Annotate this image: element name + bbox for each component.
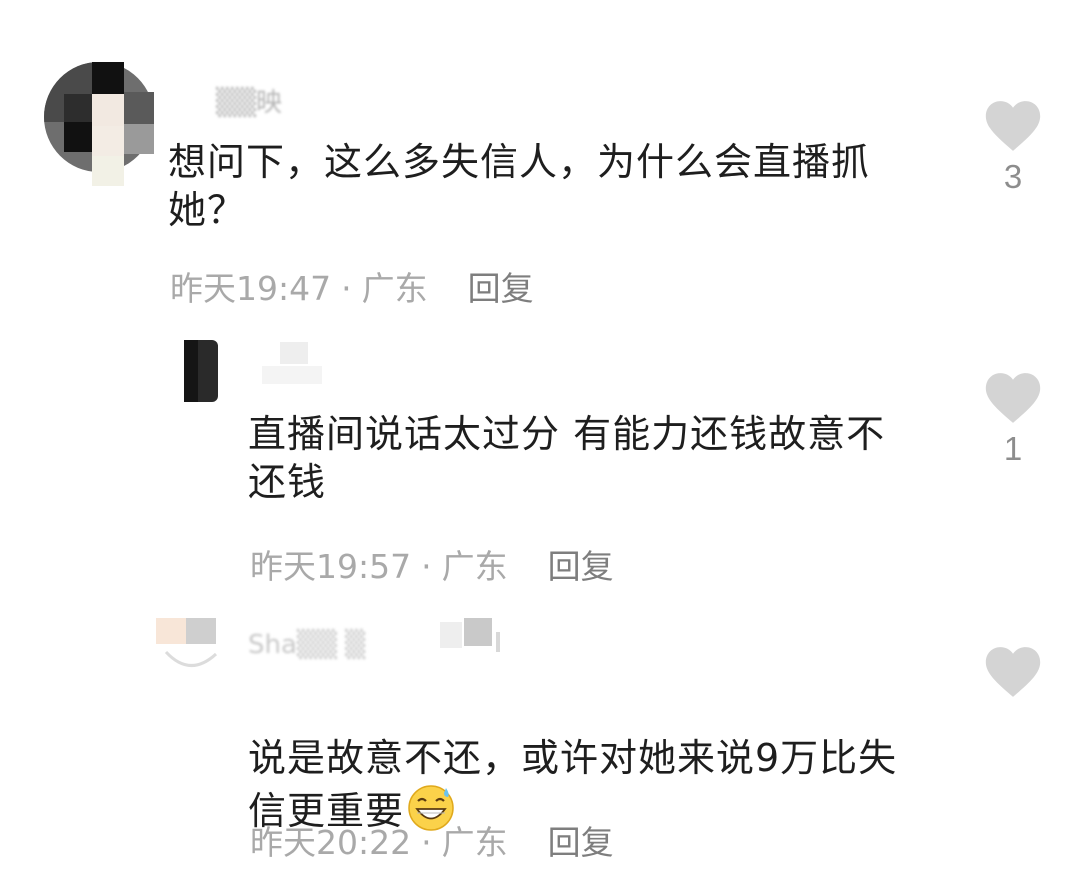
username[interactable]: ▒▒映 <box>216 82 282 119</box>
heart-icon <box>985 373 1041 423</box>
separator: · <box>421 547 432 586</box>
separator: · <box>421 823 432 862</box>
location: 广东 <box>361 269 428 308</box>
pixelated-avatar-image <box>44 62 156 186</box>
comment-2: ▒▒ 直播间说话太过分 有能力还钱故意不 还钱 昨天19:57·广东 回复 1 <box>0 320 1080 600</box>
comment-text: 说是故意不还，或许对她来说9万比失 信更重要 <box>248 686 968 835</box>
comment-text: 直播间说话太过分 有能力还钱故意不 还钱 <box>248 412 886 504</box>
timestamp: 昨天20:22 <box>250 823 412 862</box>
avatar[interactable] <box>44 62 156 186</box>
separator: · <box>341 269 352 308</box>
username[interactable]: ▒▒ <box>262 356 302 386</box>
comment-1: ▒▒映 想问下，这么多失信人，为什么会直播抓 她？ 昨天19:47 · 广东 回复 3 <box>0 0 1080 320</box>
like-count: 3 <box>1003 158 1023 195</box>
username[interactable]: Sha▒▒ ▒ <box>248 630 365 660</box>
pixelated-avatar-image <box>184 340 218 402</box>
comment-meta: 昨天19:47 · 广东 回复 <box>170 262 534 310</box>
location: 广东 <box>441 547 508 586</box>
username-mosaic <box>440 618 510 668</box>
comment-text: 想问下，这么多失信人，为什么会直播抓 她？ <box>168 140 871 232</box>
timestamp: 昨天19:57 <box>250 547 412 586</box>
pixelated-avatar-image <box>156 618 218 667</box>
reply-button[interactable]: 回复 <box>548 547 614 586</box>
heart-icon <box>985 647 1041 697</box>
like-count: 1 <box>1003 430 1023 467</box>
avatar[interactable] <box>156 618 220 674</box>
comment-meta: 昨天20:22 · 广东 回复 <box>250 816 614 864</box>
comment-meta: 昨天19:57 · 广东 回复 <box>250 540 614 588</box>
location: 广东 <box>441 823 508 862</box>
like-button[interactable]: 1 <box>983 372 1043 468</box>
heart-icon <box>985 101 1041 151</box>
reply-button[interactable]: 回复 <box>468 269 534 308</box>
reply-button[interactable]: 回复 <box>548 823 614 862</box>
like-button[interactable] <box>983 646 1043 704</box>
comment-3: Sha▒▒ ▒ 说是故意不还，或许对她来说9万比失 信更重要 昨天20:22 · 广… <box>0 600 1080 887</box>
like-button[interactable]: 3 <box>983 100 1043 196</box>
avatar[interactable] <box>184 340 220 404</box>
timestamp: 昨天19:47 <box>170 269 332 308</box>
